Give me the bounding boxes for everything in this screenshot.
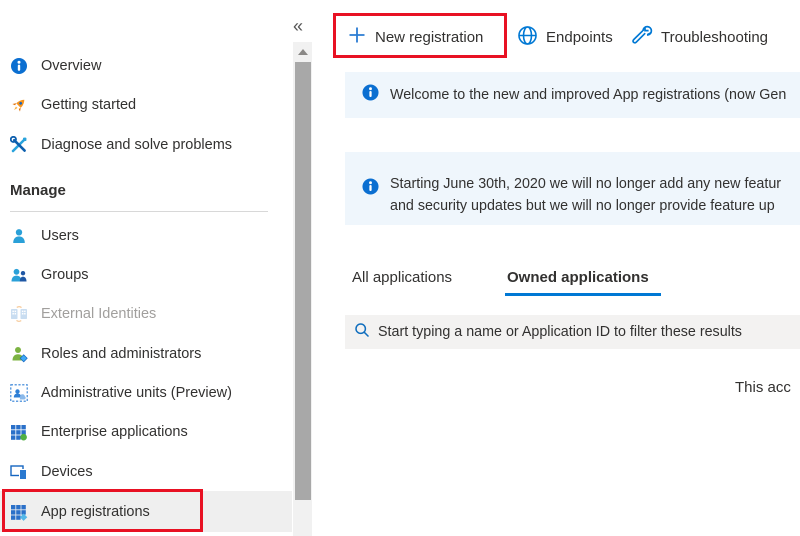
sidebar-item-devices[interactable]: Devices <box>0 452 292 491</box>
buildings-sync-icon <box>9 304 28 323</box>
welcome-banner: Welcome to the new and improved App regi… <box>345 72 800 118</box>
sidebar-collapse-icon[interactable]: « <box>288 16 308 36</box>
active-tab-underline <box>505 293 661 296</box>
troubleshooting-button[interactable]: Troubleshooting <box>632 22 768 52</box>
sidebar-item-label: External Identities <box>41 306 156 322</box>
user-role-icon <box>9 344 28 363</box>
search-input[interactable] <box>378 324 798 340</box>
welcome-banner-text: Welcome to the new and improved App regi… <box>390 87 786 103</box>
devices-icon <box>9 462 28 481</box>
sidebar-item-roles[interactable]: Roles and administrators <box>0 334 292 373</box>
info-icon <box>362 84 379 106</box>
sidebar-item-label: Enterprise applications <box>41 424 188 440</box>
deprecation-line-2: and security updates but we will no long… <box>390 196 781 218</box>
application-filter-searchbox[interactable] <box>345 315 800 349</box>
admin-units-icon <box>9 383 28 402</box>
grid-green-icon <box>9 422 28 441</box>
sidebar-item-label: Overview <box>41 58 101 74</box>
deprecation-line-1: Starting June 30th, 2020 we will no long… <box>390 174 781 196</box>
tab-owned-applications[interactable]: Owned applications <box>507 269 649 286</box>
info-icon <box>9 56 28 75</box>
globe-icon <box>517 25 538 50</box>
sidebar-item-diagnose[interactable]: Diagnose and solve problems <box>0 125 292 164</box>
sidebar-item-groups[interactable]: Groups <box>0 255 292 294</box>
info-icon <box>362 178 379 200</box>
scrollbar-thumb[interactable] <box>295 62 311 500</box>
users-group-icon <box>9 265 28 284</box>
sidebar-item-label: Administrative units (Preview) <box>41 385 232 401</box>
sidebar-item-enterprise-apps[interactable]: Enterprise applications <box>0 412 292 451</box>
sidebar-item-users[interactable]: Users <box>0 216 292 255</box>
user-icon <box>9 226 28 245</box>
tab-all-applications[interactable]: All applications <box>352 269 452 286</box>
sidebar-item-label: Users <box>41 228 79 244</box>
scrollbar-up-arrow-icon[interactable] <box>298 49 308 55</box>
deprecation-banner: Starting June 30th, 2020 we will no long… <box>345 152 800 225</box>
sidebar-divider <box>10 211 268 212</box>
sidebar-item-label: Roles and administrators <box>41 346 201 362</box>
sidebar-item-external-identities[interactable]: External Identities <box>0 294 292 333</box>
sidebar-item-overview[interactable]: Overview <box>0 46 292 85</box>
sidebar-item-label: Groups <box>41 267 89 283</box>
highlight-box-app-registrations <box>2 489 203 532</box>
sidebar-item-getting-started[interactable]: Getting started <box>0 85 292 124</box>
sidebar-scrollbar[interactable] <box>293 42 312 536</box>
sidebar-item-label: Diagnose and solve problems <box>41 137 232 153</box>
tools-icon <box>9 135 28 154</box>
sidebar-item-label: Getting started <box>41 97 136 113</box>
wrench-icon <box>632 25 653 50</box>
endpoints-button[interactable]: Endpoints <box>517 22 613 52</box>
sidebar-item-admin-units[interactable]: Administrative units (Preview) <box>0 373 292 412</box>
account-info-text: This acc <box>735 379 791 396</box>
highlight-box-new-registration <box>333 13 507 58</box>
search-icon <box>354 322 370 343</box>
sidebar: Overview Getting started Diagnose and so… <box>0 0 292 536</box>
endpoints-label: Endpoints <box>546 29 613 46</box>
rocket-icon <box>9 95 28 114</box>
sidebar-section-manage: Manage <box>10 182 66 199</box>
troubleshooting-label: Troubleshooting <box>661 29 768 46</box>
deprecation-banner-text: Starting June 30th, 2020 we will no long… <box>390 174 781 217</box>
sidebar-item-label: Devices <box>41 464 93 480</box>
